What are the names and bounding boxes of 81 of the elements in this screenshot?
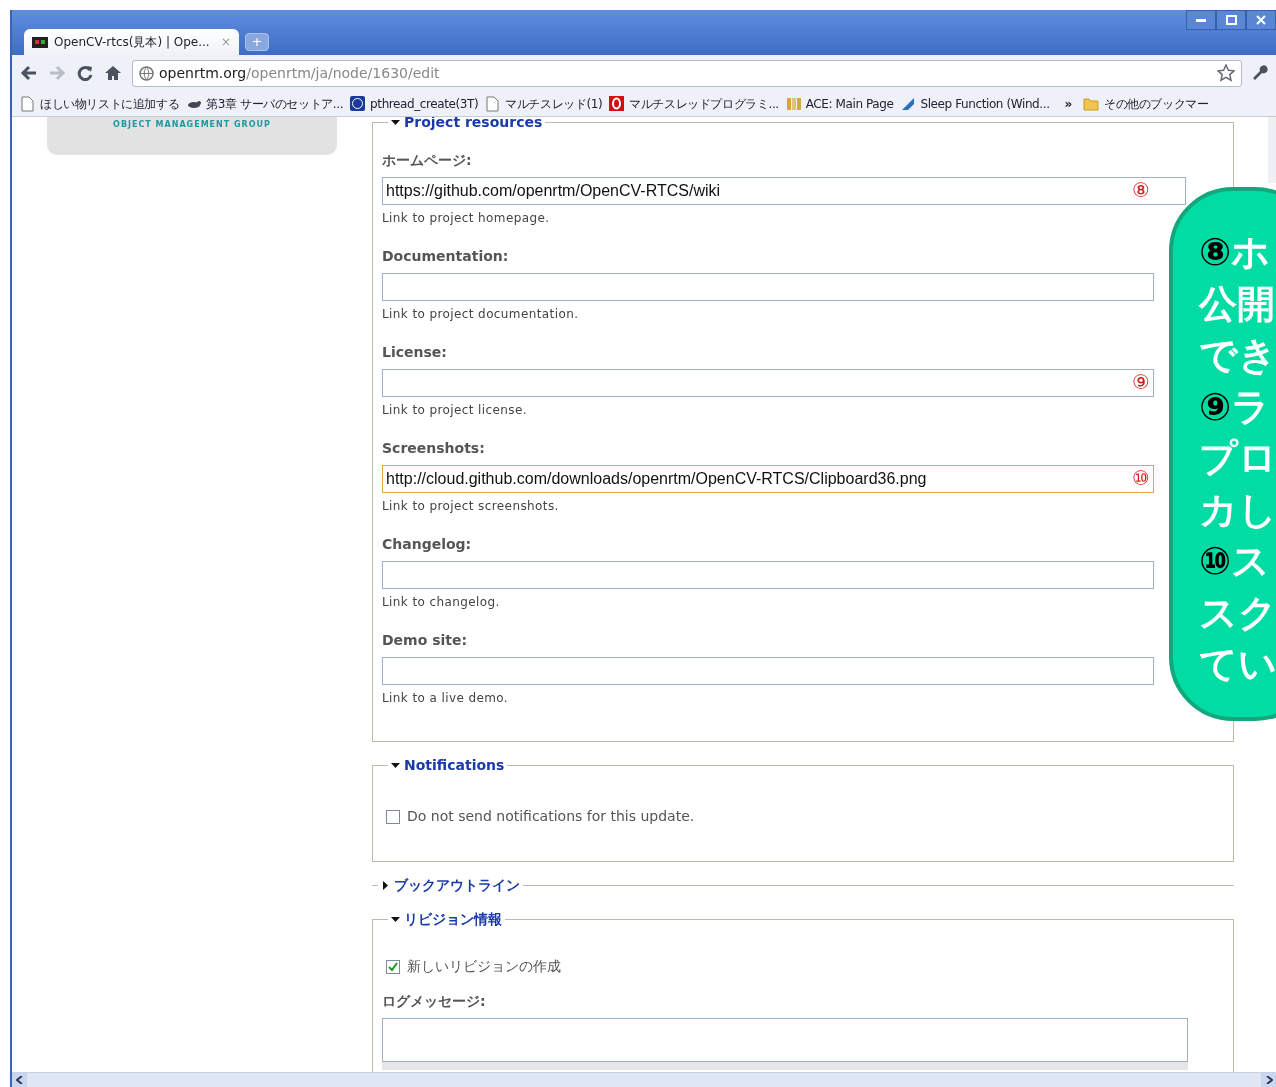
globe-icon [139,65,154,81]
bookmark-link[interactable]: ACE: Main Page [785,94,894,113]
collapsed-triangle-icon [381,880,390,890]
field-label: ホームページ: [382,151,472,170]
check-icon [388,961,398,972]
minimize-button[interactable] [1186,10,1216,30]
callout-text: ⑩ス [1199,538,1272,585]
bookmark-link[interactable]: 第3章 サーバのセットア... [186,94,344,113]
field-description: Link to project documentation. [382,306,579,323]
field-label: Demo site: [382,631,468,650]
annotation-number: ⑨ [1132,370,1150,394]
text-field[interactable] [382,273,1154,301]
callout-text: スク [1199,589,1276,637]
checkbox-label: 新しいリビジョンの作成 [407,957,561,976]
back-icon [20,64,38,82]
striped-icon [785,95,801,112]
reload-icon [76,64,94,82]
field-description: Link to project license. [382,402,528,419]
bookmark-link[interactable]: マルチスレッド(1) [485,94,603,113]
field-description: Link to changelog. [382,594,500,611]
resize-handle[interactable] [382,1062,1188,1070]
home-icon [104,64,122,82]
vertical-scrollbar[interactable] [1268,117,1276,183]
maximize-icon [1225,15,1237,25]
bookmark-link[interactable]: ほしい物リストに追加する [20,94,180,113]
checkbox-label: Do not send notifications for this update. [407,807,695,826]
minimize-icon [1196,18,1206,22]
callout-text: カし [1199,486,1276,534]
annotation-number: ⑧ [1132,178,1150,202]
favicon-icon [32,36,48,48]
address-bar[interactable]: openrtm.org/openrtm/ja/node/1630/edit [132,59,1242,87]
forward-icon [48,64,66,82]
annotation-number: ⑩ [1132,466,1150,490]
field-label: Screenshots: [382,439,485,458]
bookmark-link[interactable]: Sleep Function (Wind... [900,94,1050,113]
home-button[interactable] [104,64,122,82]
close-button[interactable] [1246,10,1276,30]
expanded-triangle-icon [391,117,400,127]
expanded-triangle-icon [391,914,400,924]
bookmark-link[interactable]: マルチスレッドプログラミ... [609,94,779,113]
section-toggle[interactable]: ブックアウトライン [378,876,523,894]
field-label: License: [382,343,447,362]
overflow-chevron[interactable]: » [1064,94,1072,113]
star-icon[interactable] [1217,64,1235,82]
field-description: Link to a live demo. [382,690,509,707]
callout-text: プロ [1199,435,1276,482]
scroll-left-button[interactable] [12,1073,27,1087]
scroll-right-button[interactable] [1261,1073,1276,1087]
callout-text: ⑨ラ [1199,383,1272,431]
section-toggle[interactable]: Notifications [388,756,508,774]
checkbox[interactable] [386,809,400,824]
page-icon [20,95,35,112]
callout-text: ⑧ホ [1199,229,1272,276]
folder-icon [1082,96,1099,111]
bookmark-folder[interactable]: その他のブックマー [1082,94,1209,113]
bookmark-link[interactable]: pthread_create(3T) [350,94,479,113]
section-toggle[interactable]: リビジョン情報 [388,910,505,928]
close-icon [1256,15,1266,25]
field-description: Link to project screenshots. [382,498,559,515]
logo-card: OBJECT MANAGEMENT GROUP [47,117,337,155]
field-label: Documentation: [382,247,509,266]
browser-tab[interactable]: OpenCV-rtcs(見本) | Ope... × [24,29,239,55]
callout-text: 公開 [1199,280,1276,328]
logo-icon [350,95,366,112]
textarea-label: ログメッセージ: [382,992,486,1011]
text-field[interactable] [382,561,1154,589]
callout-text: てい [1199,641,1276,688]
url-text: openrtm.org/openrtm/ja/node/1630/edit [159,63,441,83]
checkbox[interactable] [386,959,400,974]
expanded-triangle-icon [391,760,400,770]
logo-icon [609,95,625,112]
text-field[interactable] [382,657,1154,685]
field-description: Link to project homepage. [382,210,550,227]
field-label: Changelog: [382,535,472,554]
back-button[interactable] [20,64,38,82]
reload-button[interactable] [76,64,94,82]
section-toggle[interactable]: Project resources [388,117,546,131]
page-icon [485,95,501,112]
callout-text: でき [1199,332,1276,379]
text-field[interactable] [382,369,1154,397]
maximize-button[interactable] [1216,10,1246,30]
